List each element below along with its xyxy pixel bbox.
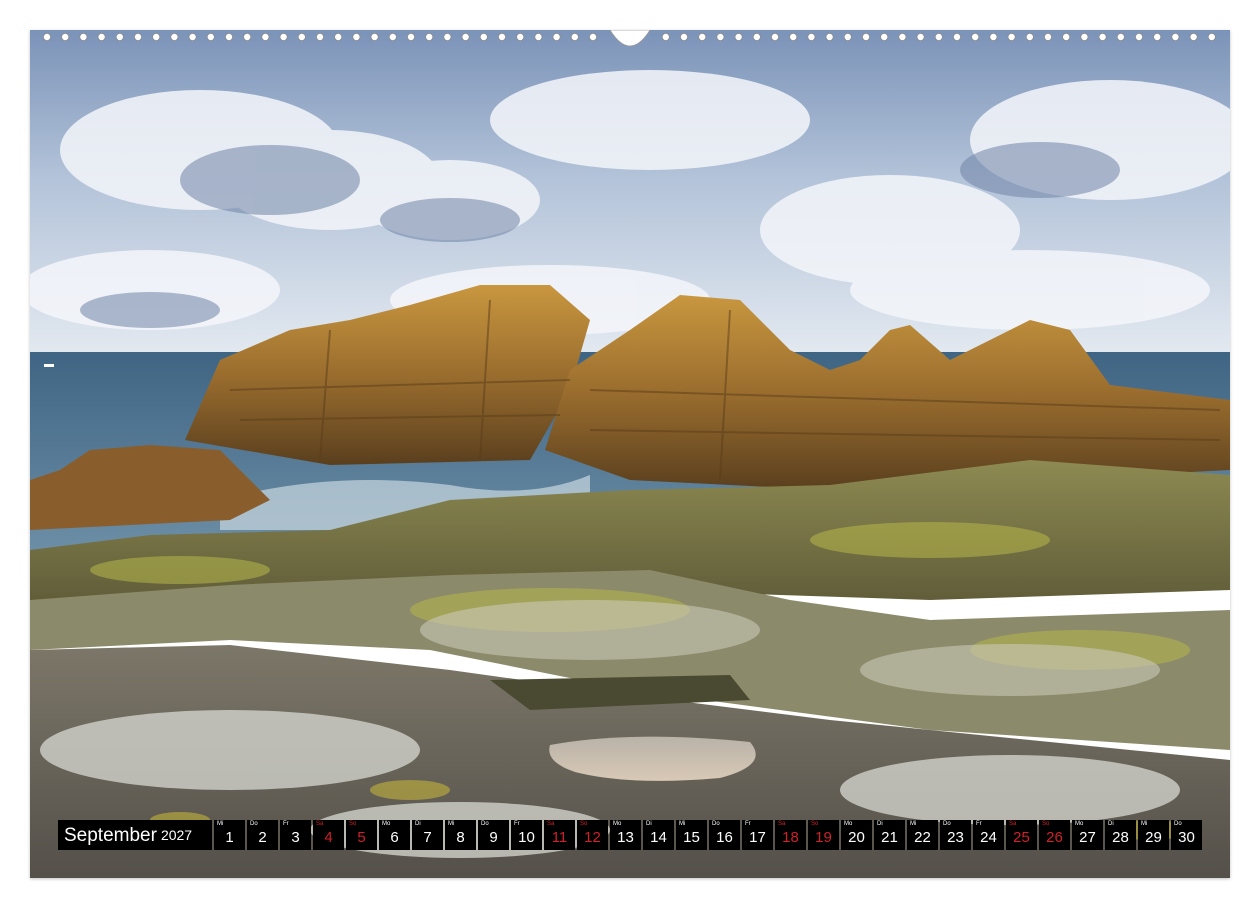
day-cell: Mo 20	[841, 820, 872, 850]
day-number: 21	[881, 829, 898, 846]
day-cell: Do 16	[709, 820, 740, 850]
day-cell: So 12	[577, 820, 608, 850]
day-number: 15	[683, 829, 700, 846]
day-number: 22	[914, 829, 931, 846]
calendar-page: September 2027 Mi 1 Do 2 Fr 3 Sa 4 So 5 Mo 6 Di 7 Mi 8 D…	[0, 0, 1260, 908]
day-number: 1	[225, 829, 234, 846]
weekday-label: Mo	[1075, 821, 1084, 827]
weekday-label: Fr	[283, 821, 289, 827]
day-number: 25	[1013, 829, 1030, 846]
day-number: 13	[617, 829, 634, 846]
weekday-label: Do	[712, 821, 720, 827]
weekday-label: Di	[415, 821, 421, 827]
weekday-label: So	[811, 821, 819, 827]
day-cell: Do 2	[247, 820, 278, 850]
day-number: 9	[489, 829, 498, 846]
weekday-label: Sa	[316, 821, 324, 827]
day-number: 26	[1046, 829, 1063, 846]
day-number: 23	[947, 829, 964, 846]
calendar-strip: September 2027 Mi 1 Do 2 Fr 3 Sa 4 So 5 Mo 6 Di 7 Mi 8 D…	[58, 820, 1202, 850]
day-cell: Sa 11	[544, 820, 575, 850]
day-cell: Mi 15	[676, 820, 707, 850]
month-label-box: September 2027	[58, 820, 212, 850]
weekday-label: So	[349, 821, 357, 827]
month-name: September	[64, 824, 157, 846]
weekday-label: Di	[1108, 821, 1114, 827]
day-number: 11	[551, 829, 568, 846]
day-number: 16	[716, 829, 733, 846]
day-cell: Di 7	[412, 820, 443, 850]
day-number: 5	[357, 829, 366, 846]
day-cell: So 26	[1039, 820, 1070, 850]
weekday-label: Mo	[382, 821, 391, 827]
day-number: 27	[1079, 829, 1096, 846]
weekday-label: Fr	[514, 821, 520, 827]
day-number: 10	[518, 829, 535, 846]
weekday-label: Sa	[778, 821, 786, 827]
day-cell: Sa 18	[775, 820, 806, 850]
weekday-label: Mi	[679, 821, 686, 827]
day-cell: Do 23	[940, 820, 971, 850]
weekday-label: Mo	[613, 821, 622, 827]
day-cell: Mi 8	[445, 820, 476, 850]
month-year: 2027	[160, 827, 193, 843]
day-cell: Sa 4	[313, 820, 344, 850]
day-number: 2	[258, 829, 267, 846]
day-cell: Fr 24	[973, 820, 1004, 850]
weekday-label: So	[580, 821, 588, 827]
weekday-label: Sa	[547, 821, 555, 827]
day-cell: Mi 1	[214, 820, 245, 850]
day-cell: Mo 27	[1072, 820, 1103, 850]
landscape-photo	[30, 30, 1230, 878]
day-cell: Mi 29	[1138, 820, 1169, 850]
day-number: 17	[749, 829, 766, 846]
day-cell: Di 21	[874, 820, 905, 850]
weekday-label: Do	[250, 821, 258, 827]
day-number: 3	[291, 829, 300, 846]
weekday-label: Do	[943, 821, 951, 827]
day-number: 30	[1178, 829, 1195, 846]
day-number: 20	[848, 829, 865, 846]
weekday-label: Mi	[217, 821, 224, 827]
day-cell: Mo 6	[379, 820, 410, 850]
weekday-label: Mi	[448, 821, 455, 827]
weekday-label: Di	[877, 821, 883, 827]
weekday-label: So	[1042, 821, 1050, 827]
day-number: 7	[423, 829, 432, 846]
day-cell: Mo 13	[610, 820, 641, 850]
weekday-label: Mo	[844, 821, 853, 827]
day-number: 19	[815, 829, 832, 846]
day-number: 24	[980, 829, 997, 846]
weekday-label: Do	[481, 821, 489, 827]
day-cell: Sa 25	[1006, 820, 1037, 850]
day-cell: Fr 3	[280, 820, 311, 850]
day-cell: Fr 10	[511, 820, 542, 850]
day-cell: So 19	[808, 820, 839, 850]
day-cell: Di 14	[643, 820, 674, 850]
weekday-label: Di	[646, 821, 652, 827]
day-cell: Do 30	[1171, 820, 1202, 850]
weekday-label: Fr	[745, 821, 751, 827]
day-number: 14	[650, 829, 667, 846]
day-number: 29	[1145, 829, 1162, 846]
weekday-label: Do	[1174, 821, 1182, 827]
day-number: 28	[1112, 829, 1129, 846]
day-number: 6	[390, 829, 399, 846]
day-number: 12	[584, 829, 601, 846]
coast-illustration	[30, 30, 1230, 878]
day-number: 4	[324, 829, 333, 846]
weekday-label: Mi	[1141, 821, 1148, 827]
weekday-label: Sa	[1009, 821, 1017, 827]
day-number: 18	[782, 829, 799, 846]
day-cell: Di 28	[1105, 820, 1136, 850]
day-cell: Do 9	[478, 820, 509, 850]
weekday-label: Fr	[976, 821, 982, 827]
day-cell: Fr 17	[742, 820, 773, 850]
day-cell: So 5	[346, 820, 377, 850]
day-cells: Mi 1 Do 2 Fr 3 Sa 4 So 5 Mo 6 Di 7 Mi 8 Do 9 Fr 10 Sa 11 So 12 M…	[214, 820, 1202, 850]
day-cell: Mi 22	[907, 820, 938, 850]
day-number: 8	[456, 829, 465, 846]
weekday-label: Mi	[910, 821, 917, 827]
